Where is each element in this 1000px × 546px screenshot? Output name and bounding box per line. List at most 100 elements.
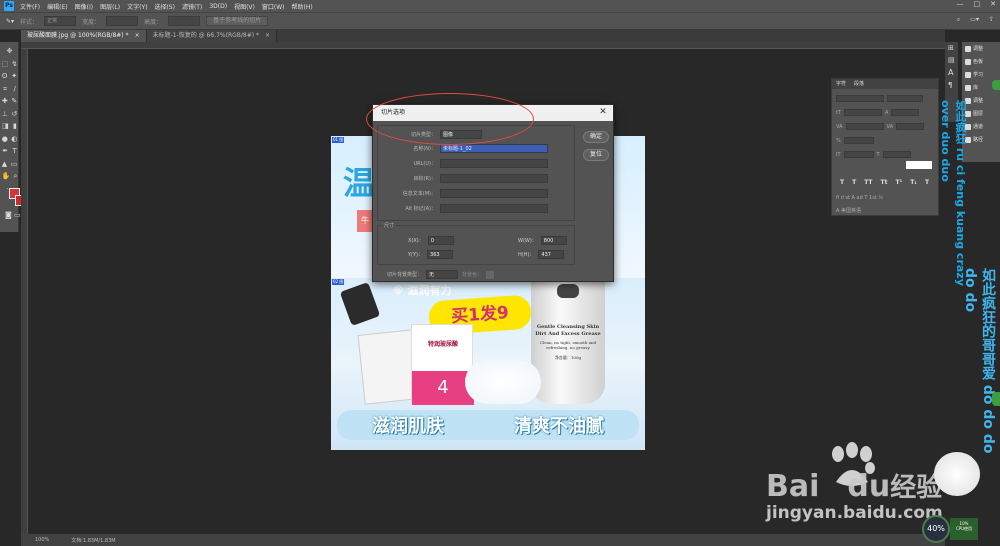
menu-view[interactable]: 视图(V): [234, 2, 255, 11]
tab-character[interactable]: 字符: [832, 79, 850, 89]
height-field[interactable]: [168, 16, 201, 26]
tab-close-icon[interactable]: ×: [135, 32, 140, 39]
slice-tool-icon[interactable]: ✎▾: [6, 18, 14, 25]
menu-filter[interactable]: 滤镜(T): [182, 2, 202, 11]
scale-field[interactable]: [843, 137, 874, 144]
ok-button[interactable]: 确定: [583, 131, 609, 143]
close-button[interactable]: ✕: [990, 0, 996, 8]
gradient-tool-icon[interactable]: ▮: [13, 120, 17, 133]
text-style-buttons: T T TT Tt T¹ T₁ T: [840, 179, 929, 186]
kerning-field[interactable]: [845, 123, 884, 130]
horizontal-scale-field[interactable]: [882, 151, 911, 158]
small-caps-icon[interactable]: Tt: [881, 179, 888, 186]
brush-tool-icon[interactable]: ✎: [11, 95, 17, 108]
menu-image[interactable]: 图像(I): [75, 2, 93, 11]
dialog-close-icon[interactable]: ✕: [597, 105, 609, 121]
history-icon[interactable]: ⊞: [945, 42, 958, 54]
lasso-tool-icon[interactable]: ↯: [12, 58, 18, 71]
maximize-button[interactable]: □: [974, 0, 981, 8]
menu-window[interactable]: 窗口(W): [262, 2, 285, 11]
character-icon[interactable]: A: [945, 66, 958, 79]
underline-icon[interactable]: T: [925, 179, 929, 186]
menu-type[interactable]: 文字(Y): [127, 2, 147, 11]
tab-second-document[interactable]: 未标题-1-恢复的 @ 66.7%(RGB/8#) * ×: [146, 30, 278, 42]
dock-swatches[interactable]: 色板: [962, 55, 1000, 68]
crop-tool-icon[interactable]: ⌗: [3, 83, 7, 96]
menu-select[interactable]: 选择(S): [154, 2, 175, 11]
x-field[interactable]: 0: [427, 236, 454, 245]
hand-tool-icon[interactable]: ✋: [2, 170, 11, 183]
paragraph-icon[interactable]: ¶: [945, 79, 958, 91]
workspace-icon[interactable]: ▭▾: [970, 16, 979, 24]
font-family-select[interactable]: [836, 95, 884, 102]
font-size-field[interactable]: [844, 109, 883, 116]
w-field[interactable]: 800: [540, 236, 567, 245]
options-right: ⌕ ▭▾ ⇪: [957, 16, 994, 24]
font-style-select[interactable]: [887, 95, 923, 102]
menu-3d[interactable]: 3D(D): [209, 3, 227, 10]
blur-tool-icon[interactable]: ●: [2, 133, 8, 146]
pen-tool-icon[interactable]: ✒: [2, 145, 8, 158]
quick-mask-icon[interactable]: ◙ ▭: [5, 211, 21, 219]
dock-learn[interactable]: 学习: [962, 68, 1000, 81]
bg-color-swatch[interactable]: [486, 270, 495, 279]
tracking-field[interactable]: [896, 123, 925, 130]
overlay-text-chinese: 如此疯狂的哥哥爱 do do do do do: [962, 268, 996, 454]
path-select-icon[interactable]: ▲: [2, 158, 7, 171]
minimize-button[interactable]: —: [957, 0, 964, 8]
slices-from-guides-button[interactable]: 基于参考线的切片: [206, 16, 269, 26]
lasso2-tool-icon[interactable]: ʘ: [2, 70, 8, 83]
h-label: H(H)：: [518, 252, 535, 258]
history-brush-icon[interactable]: ↺: [11, 108, 17, 121]
eyedropper-icon[interactable]: ∕: [13, 83, 15, 96]
shape-tool-icon[interactable]: ▭: [11, 158, 18, 171]
dodge-tool-icon[interactable]: ◐: [11, 133, 17, 146]
leading-field[interactable]: [891, 109, 920, 116]
language-select[interactable]: A 美国英语: [836, 207, 861, 214]
name-field[interactable]: 未标题-1_02: [440, 144, 548, 153]
stamp-tool-icon[interactable]: ⊥: [2, 108, 8, 121]
properties-icon[interactable]: ▤: [945, 54, 958, 66]
superscript-icon[interactable]: T¹: [895, 179, 902, 186]
tab-close-icon[interactable]: ×: [265, 32, 270, 39]
style-select[interactable]: 正常: [44, 16, 77, 26]
reset-button[interactable]: 复位: [583, 149, 609, 161]
side-handle[interactable]: [992, 392, 1000, 406]
move-tool-icon[interactable]: ✥: [7, 45, 13, 58]
character-panel: 字符 段落 tT A VA VA % IT T T T TT Tt T¹ T₁ T fi ơ st…: [831, 78, 939, 216]
tracking-icon: VA: [886, 123, 894, 130]
message-text-field[interactable]: [440, 189, 548, 198]
magic-wand-icon[interactable]: ✦: [11, 70, 17, 83]
y-field[interactable]: 363: [427, 250, 454, 259]
menu-edit[interactable]: 编辑(E): [47, 2, 67, 11]
type-tool-icon[interactable]: T: [13, 145, 17, 158]
target-field[interactable]: [440, 174, 548, 183]
marquee-tool-icon[interactable]: ⬚: [2, 58, 9, 71]
faux-italic-icon[interactable]: T: [852, 179, 856, 186]
tab-main-document[interactable]: 玻尿酸面膜.jpg @ 100%(RGB/8#) * ×: [21, 30, 147, 42]
eraser-tool-icon[interactable]: ◨: [2, 120, 9, 133]
healing-brush-icon[interactable]: ✚: [2, 95, 8, 108]
vertical-scale-field[interactable]: [843, 151, 874, 158]
zoom-level[interactable]: 100%: [35, 537, 49, 543]
share-icon[interactable]: ⇪: [989, 16, 994, 24]
menu-layer[interactable]: 图层(L): [100, 2, 120, 11]
opentype-icon[interactable]: fi ơ st A ad T 1st ½: [836, 195, 883, 201]
text-color-swatch[interactable]: [906, 161, 932, 169]
menu-file[interactable]: 文件(F): [20, 2, 40, 11]
dock-adjust[interactable]: 调整: [962, 42, 1000, 55]
menu-help[interactable]: 帮助(H): [292, 2, 313, 11]
alt-tag-field[interactable]: [440, 204, 548, 213]
menu-bar: Ps 文件(F) 编辑(E) 图像(I) 图层(L) 文字(Y) 选择(S) 滤…: [0, 0, 1000, 12]
all-caps-icon[interactable]: TT: [864, 179, 872, 186]
faux-bold-icon[interactable]: T: [840, 179, 844, 186]
zoom-tool-icon[interactable]: ⌕: [13, 170, 17, 183]
slice-bg-type-select[interactable]: 无: [426, 270, 459, 279]
h-field[interactable]: 437: [538, 250, 565, 259]
url-field[interactable]: [440, 159, 548, 168]
width-field[interactable]: [106, 16, 139, 26]
subscript-icon[interactable]: T₁: [910, 179, 917, 186]
search-icon[interactable]: ⌕: [957, 16, 960, 24]
tab-paragraph[interactable]: 段落: [850, 79, 868, 89]
side-handle[interactable]: [992, 80, 1000, 90]
